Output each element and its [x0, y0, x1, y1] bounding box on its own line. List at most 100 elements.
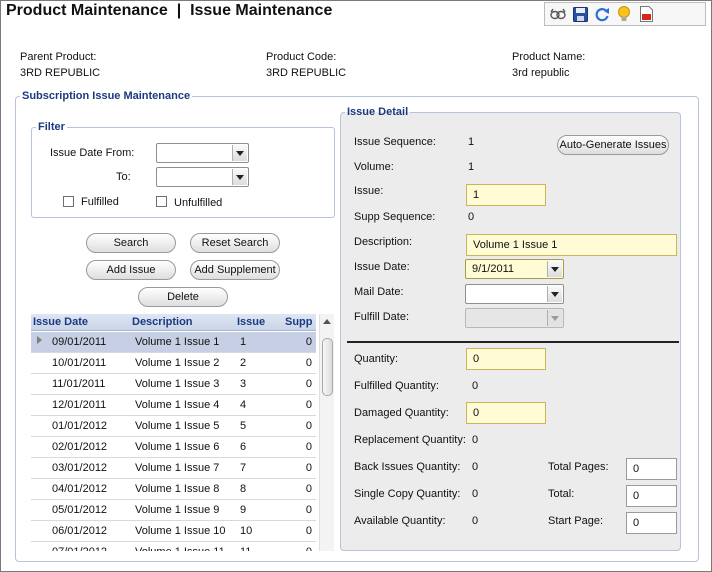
- search-button[interactable]: Search: [86, 233, 176, 253]
- cell-issue: 1: [240, 336, 247, 348]
- cell-issue: 8: [240, 483, 247, 495]
- fulfilled-quantity-value: 0: [472, 380, 479, 392]
- cell-issue-date: 12/01/2011: [52, 399, 107, 411]
- issue-date-dropdown[interactable]: 9/1/2011: [465, 259, 564, 279]
- cell-description: Volume 1 Issue 1: [135, 336, 220, 348]
- chevron-down-icon[interactable]: [547, 261, 562, 277]
- auto-generate-issues-button[interactable]: Auto-Generate Issues: [557, 135, 669, 155]
- table-row[interactable]: 10/01/2011 Volume 1 Issue 2 2 0: [31, 353, 316, 374]
- issue-detail-legend: Issue Detail: [347, 106, 409, 118]
- subscription-issue-legend: Subscription Issue Maintenance: [22, 90, 191, 102]
- quantity-input[interactable]: 0: [466, 348, 546, 370]
- cell-description: Volume 1 Issue 5: [135, 420, 220, 432]
- column-header-issue-date[interactable]: Issue Date: [33, 316, 88, 328]
- column-header-issue[interactable]: Issue: [237, 316, 265, 328]
- cell-supp: 0: [305, 525, 312, 537]
- cell-supp: 0: [305, 357, 312, 369]
- available-quantity-value: 0: [472, 515, 479, 527]
- cell-supp: 0: [305, 420, 312, 432]
- cell-supp: 0: [305, 441, 312, 453]
- cell-description: Volume 1 Issue 11: [135, 546, 225, 551]
- issue-date-to-label: To:: [116, 171, 131, 183]
- table-row[interactable]: 12/01/2011 Volume 1 Issue 4 4 0: [31, 395, 316, 416]
- quantity-label: Quantity:: [354, 353, 399, 365]
- add-supplement-button[interactable]: Add Supplement: [190, 260, 280, 280]
- single-copy-quantity-label: Single Copy Quantity:: [354, 488, 461, 500]
- cell-issue: 10: [240, 525, 253, 537]
- description-input[interactable]: Volume 1 Issue 1: [466, 234, 677, 256]
- mail-date-label: Mail Date:: [354, 286, 404, 298]
- available-quantity-label: Available Quantity:: [354, 515, 446, 527]
- table-row[interactable]: 07/01/2012 Volume 1 Issue 11 11 0: [31, 542, 316, 551]
- replacement-quantity-value: 0: [472, 434, 479, 446]
- fulfilled-checkbox-label: Fulfilled: [81, 196, 119, 208]
- cell-issue-date: 02/01/2012: [52, 441, 108, 453]
- cell-description: Volume 1 Issue 4: [135, 399, 220, 411]
- issue-date-label: Issue Date:: [354, 261, 410, 273]
- column-header-supp[interactable]: Supp: [285, 316, 313, 328]
- chevron-down-icon[interactable]: [547, 286, 562, 302]
- scroll-thumb[interactable]: [322, 338, 333, 396]
- cell-description: Volume 1 Issue 7: [135, 462, 220, 474]
- cell-issue-date: 07/01/2012: [52, 546, 107, 551]
- add-issue-button[interactable]: Add Issue: [86, 260, 176, 280]
- page-title: Product Maintenance | Issue Maintenance: [6, 2, 333, 19]
- reset-search-button[interactable]: Reset Search: [190, 233, 280, 253]
- cell-issue: 3: [240, 378, 247, 390]
- cell-issue: 4: [240, 399, 247, 411]
- table-row[interactable]: 03/01/2012 Volume 1 Issue 7 7 0: [31, 458, 316, 479]
- tip-bulb-icon[interactable]: [615, 5, 633, 23]
- table-row[interactable]: 02/01/2012 Volume 1 Issue 6 6 0: [31, 437, 316, 458]
- table-row[interactable]: 09/01/2011 Volume 1 Issue 1 1 0: [31, 332, 316, 353]
- issue-input[interactable]: 1: [466, 184, 546, 206]
- start-page-label: Start Page:: [548, 515, 604, 527]
- cell-supp: 0: [305, 399, 312, 411]
- chevron-down-icon[interactable]: [232, 169, 247, 185]
- cell-description: Volume 1 Issue 2: [135, 357, 220, 369]
- fulfill-date-label: Fulfill Date:: [354, 311, 410, 323]
- table-row[interactable]: 01/01/2012 Volume 1 Issue 5 5 0: [31, 416, 316, 437]
- report-icon[interactable]: [637, 5, 655, 23]
- cell-issue: 2: [240, 357, 247, 369]
- cell-description: Volume 1 Issue 8: [135, 483, 220, 495]
- table-row[interactable]: 06/01/2012 Volume 1 Issue 10 10 0: [31, 521, 316, 542]
- table-row[interactable]: 05/01/2012 Volume 1 Issue 9 9 0: [31, 500, 316, 521]
- total-label: Total:: [548, 488, 575, 500]
- delete-button[interactable]: Delete: [138, 287, 228, 307]
- view-icon[interactable]: [549, 5, 567, 23]
- fulfilled-quantity-label: Fulfilled Quantity:: [354, 380, 439, 392]
- cell-issue-date: 05/01/2012: [52, 504, 108, 516]
- total-input[interactable]: 0: [626, 485, 677, 507]
- column-header-description[interactable]: Description: [132, 316, 193, 328]
- damaged-quantity-input[interactable]: 0: [466, 402, 546, 424]
- back-issues-quantity-value: 0: [472, 461, 479, 473]
- cell-description: Volume 1 Issue 6: [135, 441, 220, 453]
- mail-date-dropdown[interactable]: [465, 284, 564, 304]
- issue-date-from-dropdown[interactable]: [156, 143, 249, 163]
- fulfilled-checkbox[interactable]: [63, 196, 74, 207]
- chevron-down-icon: [547, 310, 562, 326]
- supp-sequence-label: Supp Sequence:: [354, 211, 436, 223]
- refresh-icon[interactable]: [593, 5, 611, 23]
- total-pages-input[interactable]: 0: [626, 458, 677, 480]
- replacement-quantity-label: Replacement Quantity:: [354, 434, 466, 446]
- cell-issue-date: 04/01/2012: [52, 483, 108, 495]
- unfulfilled-checkbox[interactable]: [156, 196, 167, 207]
- issue-date-from-label: Issue Date From:: [50, 147, 135, 159]
- table-row[interactable]: 11/01/2011 Volume 1 Issue 3 3 0: [31, 374, 316, 395]
- table-row[interactable]: 04/01/2012 Volume 1 Issue 8 8 0: [31, 479, 316, 500]
- start-page-input[interactable]: 0: [626, 512, 677, 534]
- cell-issue-date: 11/01/2011: [52, 378, 106, 390]
- scroll-up-icon[interactable]: [323, 319, 331, 324]
- issue-date-to-dropdown[interactable]: [156, 167, 249, 187]
- filter-legend: Filter: [38, 121, 65, 133]
- cell-issue-date: 01/01/2012: [52, 420, 108, 432]
- issue-grid: Issue Date Description Issue Supp 09/01/…: [31, 314, 334, 551]
- grid-scrollbar[interactable]: [319, 314, 334, 551]
- volume-label: Volume:: [354, 161, 394, 173]
- parent-product-value: 3RD REPUBLIC: [20, 67, 101, 79]
- save-icon[interactable]: [571, 5, 589, 23]
- chevron-down-icon[interactable]: [232, 145, 247, 161]
- cell-supp: 0: [305, 483, 312, 495]
- cell-issue: 9: [240, 504, 247, 516]
